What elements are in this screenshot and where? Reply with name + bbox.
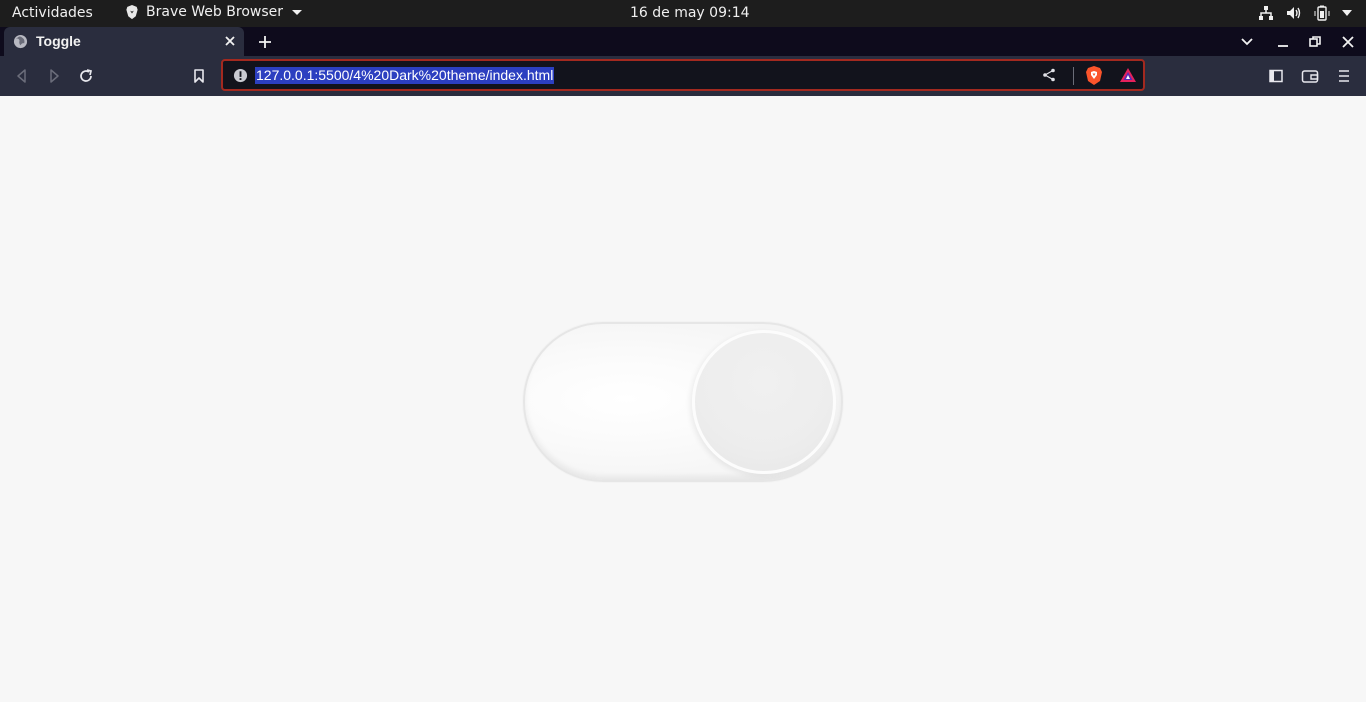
- clock[interactable]: 16 de may 09:14: [630, 5, 750, 21]
- divider: [1073, 67, 1074, 85]
- new-tab-button[interactable]: [257, 34, 273, 50]
- globe-icon: [13, 34, 28, 49]
- brave-rewards-icon[interactable]: [1119, 67, 1137, 83]
- theme-toggle-switch[interactable]: [523, 322, 843, 482]
- battery-icon: [1314, 5, 1330, 21]
- app-menu[interactable]: Brave Web Browser: [125, 4, 302, 20]
- page-content: [0, 96, 1366, 702]
- browser-toolbar: 127.0.0.1:5500/4%20Dark%20theme/index.ht…: [0, 56, 1366, 96]
- share-icon[interactable]: [1042, 68, 1056, 82]
- close-window-icon[interactable]: [1341, 35, 1355, 49]
- wallet-icon[interactable]: [1301, 68, 1319, 84]
- bookmark-icon[interactable]: [192, 68, 206, 84]
- volume-icon: [1287, 7, 1301, 19]
- network-icon: [1259, 6, 1273, 20]
- site-info-icon[interactable]: [233, 68, 248, 83]
- forward-icon[interactable]: [46, 68, 62, 84]
- app-menu-label: Brave Web Browser: [146, 4, 283, 20]
- close-icon[interactable]: [223, 34, 237, 48]
- address-bar[interactable]: 127.0.0.1:5500/4%20Dark%20theme/index.ht…: [221, 59, 1145, 91]
- restore-icon[interactable]: [1308, 35, 1322, 49]
- back-icon[interactable]: [14, 68, 30, 84]
- menu-icon[interactable]: [1337, 68, 1351, 84]
- brave-lion-icon: [126, 4, 138, 19]
- tab-title: Toggle: [36, 33, 81, 49]
- activities-button[interactable]: Actividades: [12, 5, 93, 21]
- tab-strip: Toggle: [0, 27, 1366, 56]
- tab-toggle[interactable]: Toggle: [4, 27, 244, 56]
- brave-shields-icon[interactable]: [1085, 66, 1103, 86]
- url-text[interactable]: 127.0.0.1:5500/4%20Dark%20theme/index.ht…: [255, 67, 555, 84]
- sidebar-icon[interactable]: [1268, 68, 1284, 84]
- reload-icon[interactable]: [78, 68, 94, 84]
- tab-search-chevron-icon[interactable]: [1240, 35, 1254, 49]
- system-tray[interactable]: [1258, 5, 1352, 21]
- toggle-knob[interactable]: [692, 330, 836, 474]
- minimize-icon[interactable]: [1276, 35, 1290, 49]
- chevron-down-icon: [1342, 10, 1352, 16]
- chevron-down-icon: [292, 9, 302, 15]
- os-top-bar: Actividades Brave Web Browser 16 de may …: [0, 0, 1366, 27]
